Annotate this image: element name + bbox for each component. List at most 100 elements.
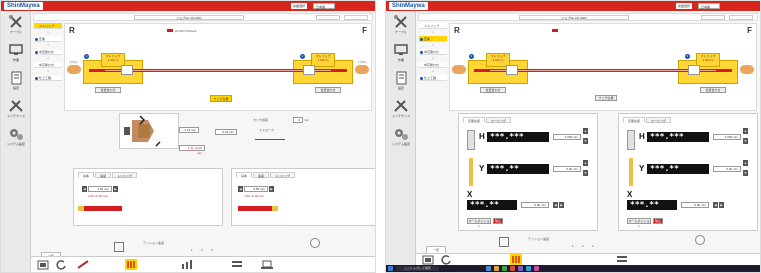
step-item[interactable]: ストリップ [419,23,447,29]
mode-button[interactable]: ウェグ戻量 [210,95,232,102]
height-field[interactable]: 1.41 mm [179,127,199,133]
step-item[interactable]: 中芯整わせ [34,49,62,55]
h-up-button[interactable]: ▲ [583,128,588,134]
taskbar-app-icon[interactable] [502,266,507,271]
y-up-button[interactable]: ▲ [743,160,748,166]
refresh-icon[interactable] [55,259,67,270]
step-item[interactable]: 中芯整わせ [419,62,447,68]
sidebar-item-settings[interactable]: 設定 [389,71,413,95]
taskbar-app-icon[interactable] [518,266,523,271]
language-select[interactable]: 日本語 [698,3,720,9]
step-item[interactable]: 圧着 [419,36,447,42]
sidebar-item-maintenance[interactable]: メンテナンス [4,99,28,123]
tab-crimp-position[interactable]: 圧着位置 [463,117,486,123]
prohibited-icon[interactable] [310,238,320,248]
machine-icon[interactable] [422,254,434,265]
toolbar-button-2[interactable] [344,15,368,20]
taskbar-app-icon[interactable] [494,266,499,271]
h-value-field[interactable]: 2.000 mm [553,134,581,140]
list-icon[interactable] [616,254,628,265]
stroke-slider[interactable] [255,139,285,140]
prohibited-icon[interactable] [695,235,705,245]
sidebar-item-work[interactable]: 作業 [4,43,28,67]
h-value-field[interactable]: 2.000 mm [713,134,741,140]
tab-speed[interactable]: 速度 [253,172,270,178]
tab-basic[interactable]: 基本 [78,172,95,178]
stop-button[interactable]: 停止 [493,218,503,224]
position-button-left[interactable]: 位置合わせ [480,87,506,93]
decrement-button[interactable]: ◀ [82,186,87,192]
x-value-field[interactable]: 0.00 mm [521,202,549,208]
mode-button[interactable]: ウェグ戻量 [595,95,617,101]
sidebar-item-cable[interactable]: ケーブル [4,15,28,39]
tab-basic[interactable]: 基本 [236,172,253,178]
tab-crimp-position[interactable]: 圧着位置 [623,117,646,123]
toolbar-button-2[interactable] [729,15,753,20]
taskbar-search[interactable]: ここに入力して検索 [396,266,439,271]
tab-speed[interactable]: 速度 [95,172,112,178]
taskbar-app-icon[interactable] [510,266,515,271]
step-item[interactable]: 仕上工程 [34,75,62,81]
job-title: ジョブNo.AN-0001 [134,15,244,20]
decrement-button[interactable]: ◀ [238,186,243,192]
toolbar-button-1[interactable] [316,15,340,20]
sidebar-item-settings[interactable]: 設定 [4,71,28,95]
width-field[interactable]: 0.10 mm [215,129,237,135]
taskbar-app-icon[interactable] [486,266,491,271]
x-display: ***.** [467,200,517,210]
h-down-button[interactable]: ▼ [583,138,588,144]
sensor-field[interactable]: 0 [293,117,303,123]
start-icon[interactable] [388,266,393,271]
increment-button[interactable]: ▶ [113,186,118,192]
y-down-button[interactable]: ▼ [583,170,588,176]
strip-length-field[interactable]: 4.50 mm [244,186,268,192]
y-value-field[interactable]: 0.00 mm [713,166,741,172]
y-value-field[interactable]: 0.00 mm [553,166,581,172]
position-button-right[interactable]: 位置合わせ [700,87,726,93]
x-left-button[interactable]: ◀ [713,202,718,208]
language-select[interactable]: 日本語 [313,3,335,9]
copy-icon[interactable] [499,237,509,247]
sidebar-item-work[interactable]: 作業 [389,43,413,67]
sidebar-item-system[interactable]: システム設定 [389,127,413,151]
list-icon[interactable] [231,259,243,270]
step-item[interactable]: 仕上工程 [419,75,447,81]
step-item[interactable]: 圧着 [34,36,62,42]
step-item[interactable]: ストリップ [34,23,62,29]
tab-warping[interactable]: ワーピング [486,117,512,123]
home-position-button[interactable]: ホームポジション [627,218,651,228]
h-down-button[interactable]: ▼ [743,138,748,144]
h-up-button[interactable]: ▲ [743,128,748,134]
machine-icon[interactable] [37,259,49,270]
tab-trimming[interactable]: トリミング [270,172,296,178]
step-item[interactable]: 中芯整わせ [419,49,447,55]
position-button-right[interactable]: 位置合わせ [315,87,341,93]
taskbar-app-icon[interactable] [534,266,539,271]
strip-length-field[interactable]: 4.50 mm [88,186,112,192]
cable-icon[interactable] [77,259,89,270]
home-position-button[interactable]: ホームポジション [467,218,491,228]
x-left-button[interactable]: ◀ [553,202,558,208]
sidebar-item-maintenance[interactable]: メンテナンス [389,99,413,123]
sidebar-item-cable[interactable]: ケーブル [389,15,413,39]
x-right-button[interactable]: ▶ [719,202,724,208]
tab-warping[interactable]: ワーピング [646,117,672,123]
taskbar-app-icon[interactable] [526,266,531,271]
step-item[interactable]: 中芯整わせ [34,62,62,68]
y-up-button[interactable]: ▲ [583,160,588,166]
position-button-left[interactable]: 位置合わせ [95,87,121,93]
settings-panel-icon[interactable] [125,259,137,270]
refresh-icon[interactable] [440,254,452,265]
y-down-button[interactable]: ▼ [743,170,748,176]
toolbar-button-1[interactable] [701,15,725,20]
stop-button[interactable]: 停止 [653,218,663,224]
increment-button[interactable]: ▶ [269,186,274,192]
x-right-button[interactable]: ▶ [559,202,564,208]
copy-icon[interactable] [114,242,124,252]
sidebar-item-system[interactable]: システム設定 [4,127,28,151]
laptop-icon[interactable] [261,259,273,270]
chart-icon[interactable] [181,259,193,270]
tab-trimming[interactable]: トリミング [112,172,138,178]
x-value-field[interactable]: 0.00 mm [681,202,709,208]
settings-panel-icon[interactable] [510,254,522,265]
